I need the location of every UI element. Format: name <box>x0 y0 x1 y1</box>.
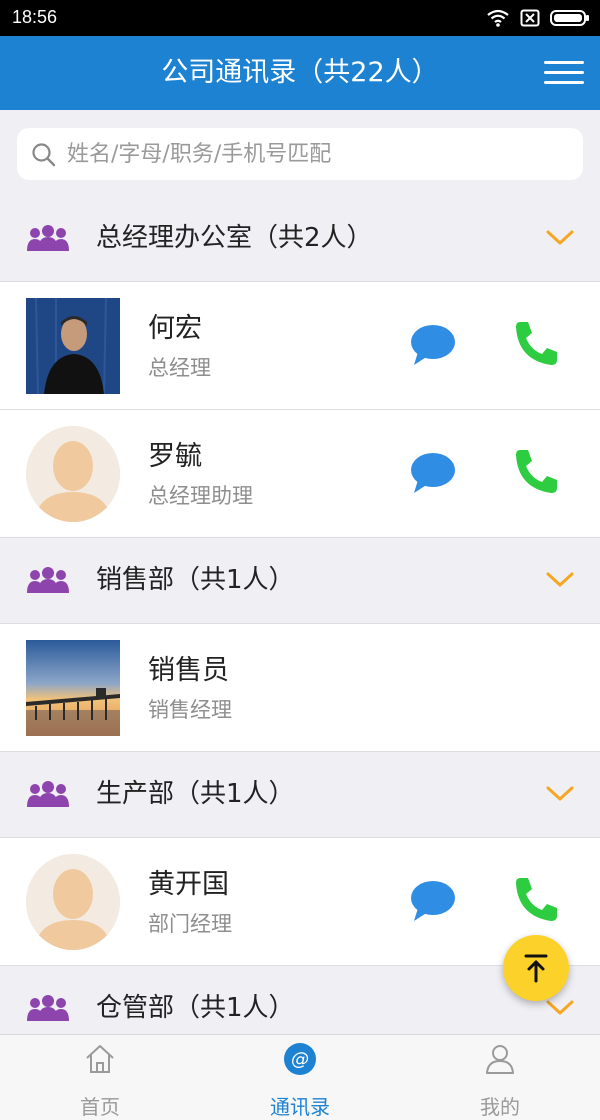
group-name: 销售部（共1人） <box>96 565 295 595</box>
contact-name: 销售员 <box>148 655 229 686</box>
contact-role: 总经理 <box>148 356 211 380</box>
contact-name: 何宏 <box>148 313 202 344</box>
phone-icon[interactable] <box>514 320 558 366</box>
default-avatar-icon <box>26 854 120 950</box>
svg-text:@: @ <box>291 1049 309 1070</box>
status-bar: 18:56 <box>0 0 600 36</box>
message-icon[interactable] <box>410 452 456 494</box>
search-input[interactable] <box>67 128 567 180</box>
default-avatar-icon <box>26 426 120 522</box>
wifi-icon <box>487 9 509 27</box>
home-icon <box>86 1045 114 1073</box>
contact-list[interactable]: 总经理办公室（共2人） 何宏 总经理 罗毓 总经理助理 销售部（共1人） 销售员… <box>0 196 600 1034</box>
chevron-down-icon[interactable] <box>546 572 574 588</box>
group-people-icon <box>27 225 69 251</box>
contact-role: 总经理助理 <box>148 484 253 508</box>
contact-row[interactable]: 销售员 销售经理 <box>0 624 600 752</box>
message-icon[interactable] <box>410 880 456 922</box>
group-name: 仓管部（共1人） <box>96 993 295 1023</box>
group-name: 总经理办公室（共2人） <box>96 223 373 253</box>
status-time: 18:56 <box>12 7 58 27</box>
contact-name: 黄开国 <box>148 869 229 900</box>
group-header[interactable]: 总经理办公室（共2人） <box>0 196 600 282</box>
sim-card-off-icon <box>520 9 540 27</box>
group-header[interactable]: 销售部（共1人） <box>0 538 600 624</box>
contact-name: 罗毓 <box>148 441 202 472</box>
group-header[interactable]: 生产部（共1人） <box>0 752 600 838</box>
contact-role: 销售经理 <box>148 698 232 722</box>
group-people-icon <box>27 781 69 807</box>
bottom-tab-bar: 首页 @ 通讯录 我的 <box>0 1034 600 1120</box>
group-name: 生产部（共1人） <box>96 779 295 809</box>
message-icon[interactable] <box>410 324 456 366</box>
tab-contacts[interactable]: @ 通讯录 <box>200 1035 400 1120</box>
nav-bar: 公司通讯录（共22人） <box>0 36 600 110</box>
chevron-down-icon[interactable] <box>546 786 574 802</box>
chevron-down-icon[interactable] <box>546 1000 574 1016</box>
chevron-down-icon[interactable] <box>546 230 574 246</box>
hamburger-menu-icon[interactable] <box>544 58 584 88</box>
phone-icon[interactable] <box>514 448 558 494</box>
phone-icon[interactable] <box>514 876 558 922</box>
contact-row[interactable]: 何宏 总经理 <box>0 282 600 410</box>
search-box <box>17 128 583 180</box>
tab-mine[interactable]: 我的 <box>400 1035 600 1120</box>
arrow-up-to-top-icon <box>524 954 548 983</box>
contact-role: 部门经理 <box>148 912 232 936</box>
scroll-to-top-button[interactable] <box>503 935 569 1001</box>
tab-label: 我的 <box>480 1095 520 1119</box>
page-title: 公司通讯录（共22人） <box>161 57 439 88</box>
person-icon <box>486 1045 514 1074</box>
group-people-icon <box>27 567 69 593</box>
search-area <box>0 110 600 196</box>
avatar <box>26 298 120 394</box>
contacts-at-icon: @ <box>284 1043 316 1075</box>
group-people-icon <box>27 995 69 1021</box>
tab-home[interactable]: 首页 <box>0 1035 200 1120</box>
battery-icon <box>550 10 589 26</box>
tab-label: 首页 <box>80 1095 120 1119</box>
search-icon <box>32 143 56 167</box>
tab-label: 通讯录 <box>270 1095 330 1119</box>
status-icons <box>486 7 590 29</box>
avatar <box>26 640 120 736</box>
contact-row[interactable]: 罗毓 总经理助理 <box>0 410 600 538</box>
